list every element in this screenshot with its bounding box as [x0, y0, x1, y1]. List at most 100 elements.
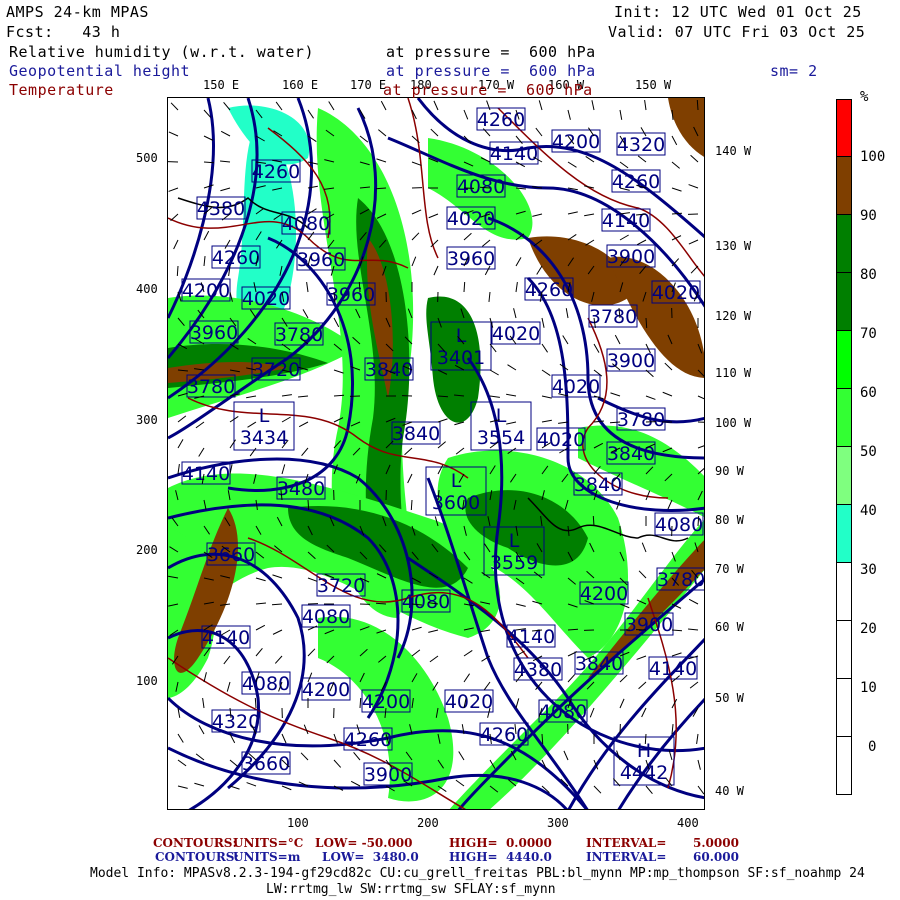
wind-barb — [437, 395, 449, 398]
wind-barb — [176, 265, 179, 277]
wind-barb — [688, 598, 699, 605]
wind-barb — [532, 213, 543, 217]
wind-barb — [506, 421, 517, 425]
contour-info-item: INTERVAL= — [586, 850, 667, 864]
wind-barb — [376, 158, 387, 163]
y-tick-label: 100 — [136, 674, 158, 688]
wind-barb — [255, 648, 263, 657]
wind-barb — [689, 681, 699, 689]
wind-barb — [429, 655, 439, 663]
field-height: Geopotential height — [9, 62, 191, 80]
height-label: 4140 — [202, 627, 250, 649]
wind-barb — [281, 394, 292, 397]
wind-barb — [636, 655, 647, 660]
model-info-physics: LW:rrtmg_lw SW:rrtmg_sw SFLAY:sf_mynn — [266, 882, 556, 897]
longitude-label: 120 W — [715, 309, 752, 323]
height-label: 4260 — [212, 247, 260, 269]
wind-barb — [411, 649, 421, 657]
wind-barb — [515, 698, 520, 709]
wind-barb — [177, 439, 184, 449]
colorbar-label: 10 — [860, 680, 877, 696]
wind-barb — [229, 785, 240, 790]
wind-barb — [300, 752, 309, 761]
wind-barb — [306, 282, 309, 293]
height-label: 3660 — [207, 544, 255, 566]
wind-barb — [375, 187, 387, 190]
wind-barb — [202, 698, 205, 709]
colorbar-label: 90 — [860, 208, 877, 224]
wind-barb — [272, 574, 283, 579]
contour-info-item: HIGH= 4440.0 — [449, 850, 552, 864]
wind-barb — [255, 624, 266, 631]
colorbar-label: 80 — [860, 267, 877, 283]
extremum-value: 3600 — [432, 492, 480, 514]
wind-barb — [697, 467, 704, 475]
wind-barb — [328, 101, 335, 111]
contour-info-item: LOW= 3480.0 — [322, 850, 419, 864]
contour-info-item: 60.000 — [693, 850, 739, 864]
height-label: 4200 — [302, 679, 350, 701]
wind-barb — [515, 282, 518, 293]
height-label: 4080 — [655, 514, 703, 536]
height-label: 3780 — [275, 324, 323, 346]
field-temperature-level: at pressure = 600 hPa — [383, 81, 593, 99]
wind-barb — [562, 335, 569, 345]
wind-barb — [274, 655, 283, 664]
height-label: 3960 — [190, 322, 238, 344]
wind-barb — [593, 343, 600, 353]
wind-barb — [463, 673, 471, 683]
wind-barb — [411, 209, 422, 215]
height-label: 3900 — [364, 764, 412, 786]
longitude-label: 110 W — [715, 366, 752, 380]
wind-barb — [220, 187, 231, 192]
wind-barb — [433, 100, 439, 111]
wind-barb — [350, 780, 361, 787]
wind-barb — [411, 256, 417, 267]
model-title: AMPS 24-km MPAS — [6, 3, 149, 21]
wind-barb — [697, 395, 704, 400]
wind-barb — [667, 499, 673, 510]
wind-barb — [437, 418, 448, 423]
wind-barb — [589, 707, 595, 718]
wind-barb — [513, 308, 517, 319]
wind-barb — [463, 109, 469, 120]
wind-barb — [177, 464, 180, 475]
humidity-region — [228, 105, 310, 165]
wind-barb — [281, 416, 291, 423]
wind-barb — [671, 135, 678, 146]
height-label: 3480 — [277, 478, 325, 500]
wind-barb — [333, 733, 338, 744]
height-label: 4080 — [302, 606, 350, 628]
wind-barb — [488, 291, 491, 302]
map-canvas: 4260 4380 4080 4260 3960 4200 4020 3960 3960 3780… — [168, 98, 704, 809]
colorbar-segment — [836, 737, 852, 795]
wind-barb — [638, 570, 647, 579]
longitude-label: 150 W — [635, 78, 672, 92]
wind-barb — [671, 652, 682, 657]
wind-barb — [671, 212, 683, 215]
wind-barb — [301, 447, 309, 456]
contour-info-item: 5.0000 — [693, 836, 739, 850]
wind-barb — [567, 109, 571, 120]
wind-barb — [455, 779, 465, 787]
wind-barb — [645, 490, 651, 501]
longitude-label: 160 E — [282, 78, 319, 92]
height-label: 3840 — [392, 423, 440, 445]
wind-barb — [333, 369, 344, 374]
y-tick-label: 500 — [136, 151, 158, 165]
height-label: 4260 — [480, 724, 528, 746]
colorbar-unit: % — [860, 89, 869, 105]
wind-barb — [688, 628, 699, 631]
wind-barb — [333, 394, 345, 397]
colorbar-label: 50 — [860, 444, 877, 460]
wind-barb — [641, 707, 647, 718]
contour-info-item: INTERVAL= — [586, 836, 667, 850]
x-tick-label: 400 — [677, 816, 699, 830]
wind-barb — [619, 109, 623, 120]
height-label: 3900 — [607, 246, 655, 268]
contour-info-item: CONTOURS: — [155, 850, 239, 864]
wind-barb — [690, 265, 699, 274]
wind-barb — [430, 128, 439, 137]
wind-barb — [378, 129, 387, 137]
x-tick-label: 300 — [547, 816, 569, 830]
